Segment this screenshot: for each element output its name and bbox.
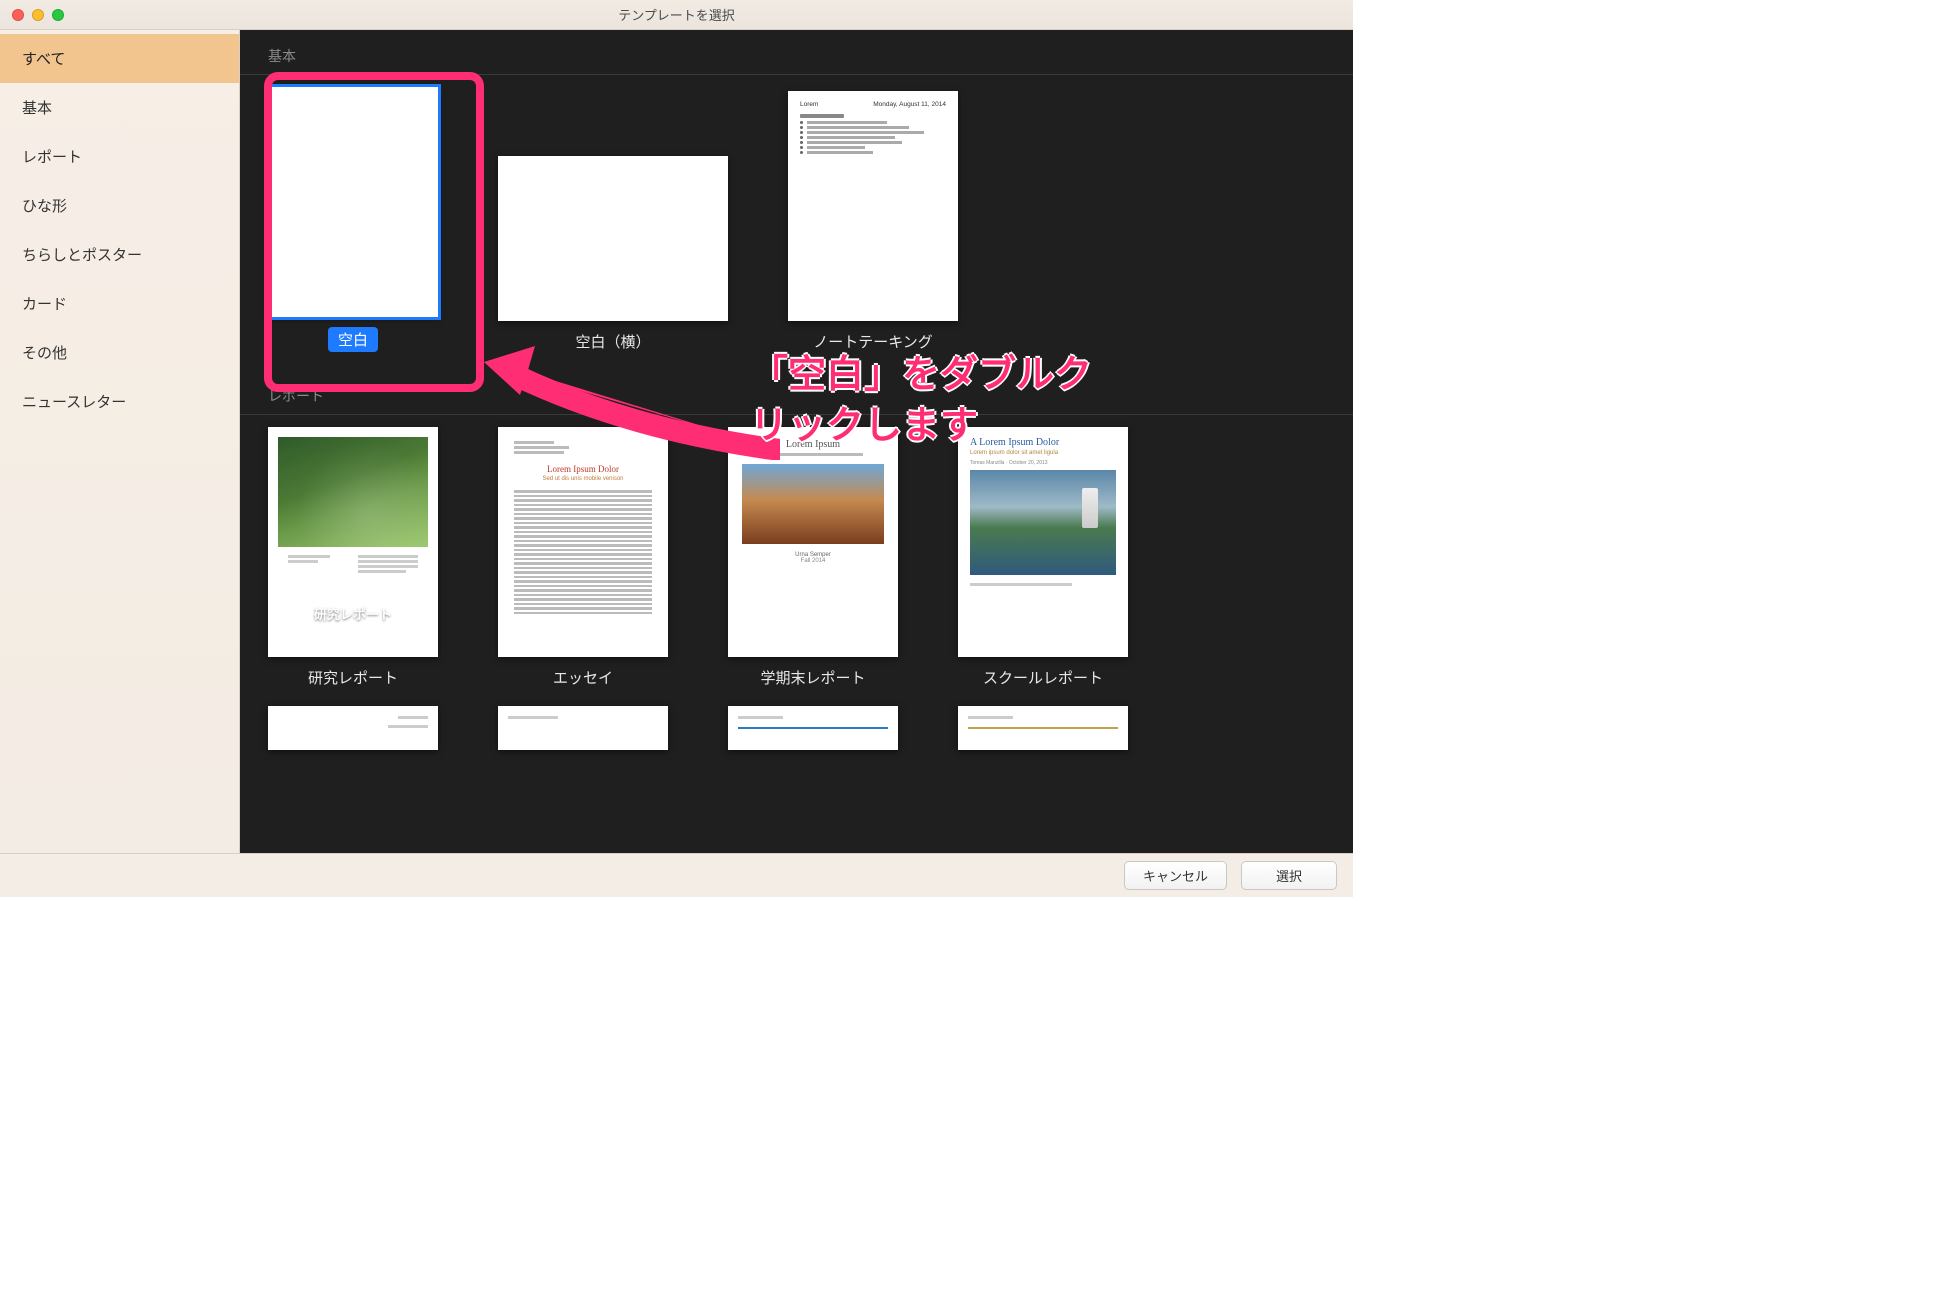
template-blank-landscape[interactable]: 空白（横） [498,156,728,352]
section-title-report: レポート [240,370,1353,415]
template-label: 研究レポート [308,667,398,688]
template-label: ノートテーキング [813,331,933,352]
footer: キャンセル 選択 [0,853,1353,897]
template-school-report[interactable]: A Lorem Ipsum Dolor Lorem ipsum dolor si… [958,427,1128,688]
thumb-meta: Tomas Manzilla · October 20, 2013 [970,460,1116,466]
cancel-button[interactable]: キャンセル [1124,861,1227,890]
thumb-title: Lorem Ipsum Dolor [514,464,652,474]
thumb-heading: Lorem [800,101,818,108]
sidebar-item-label: カード [22,296,67,313]
window-title: テンプレートを選択 [0,5,1353,24]
thumb-title: Lorem Ipsum [742,439,884,450]
grid-report: 研究レポート 研究レポート Lorem Ipsum Dolor Sed ut d… [240,427,1353,706]
template-thumb: Lorem Monday, August 11, 2014 [788,91,958,321]
traffic-lights [0,9,64,21]
button-label: 選択 [1276,869,1302,884]
sidebar-item-stationery[interactable]: ひな形 [0,181,239,230]
section-title-basic: 基本 [240,30,1353,75]
sidebar-item-label: ニュースレター [22,394,126,411]
template-essay[interactable]: Lorem Ipsum Dolor Sed ut dis unis mobile… [498,427,668,688]
sidebar-item-label: ちらしとポスター [22,247,142,264]
grid-basic: 空白 空白（横） Lorem Monday, August 11, 2014 [240,87,1353,370]
sidebar-item-basic[interactable]: 基本 [0,83,239,132]
thumb-overlay-title: 研究レポート [268,604,438,623]
titlebar: テンプレートを選択 [0,0,1353,30]
sidebar-item-all[interactable]: すべて [0,34,239,83]
template-thumb: A Lorem Ipsum Dolor Lorem ipsum dolor si… [958,427,1128,657]
template-thumb: Lorem Ipsum Urna Semper Fall 2014 [728,427,898,657]
thumb-subtitle: Lorem ipsum dolor sit amet ligula [970,450,1116,456]
template-peek[interactable] [728,706,898,750]
template-blank[interactable]: 空白 [268,87,438,352]
sidebar-item-flyers[interactable]: ちらしとポスター [0,230,239,279]
template-thumb [268,87,438,317]
thumb-date: Monday, August 11, 2014 [873,101,946,108]
template-label: 空白（横） [575,331,650,352]
template-note-taking[interactable]: Lorem Monday, August 11, 2014 ノートテーキング [788,91,958,352]
template-peek[interactable] [268,706,438,750]
template-research-report[interactable]: 研究レポート 研究レポート [268,427,438,688]
template-thumb: 研究レポート [268,427,438,657]
template-label: スクールレポート [983,667,1103,688]
sidebar-item-label: 基本 [22,100,52,117]
thumb-subtitle: Sed ut dis unis mobile venison [514,476,652,482]
grid-peek-row [240,706,1353,750]
sidebar-item-label: ひな形 [22,198,67,215]
choose-button[interactable]: 選択 [1241,861,1337,890]
close-icon[interactable] [12,9,24,21]
thumb-caption-sub: Fall 2014 [742,558,884,564]
window-body: すべて 基本 レポート ひな形 ちらしとポスター カード その他 ニュースレター… [0,30,1353,853]
sidebar-item-other[interactable]: その他 [0,328,239,377]
sidebar-item-cards[interactable]: カード [0,279,239,328]
template-peek[interactable] [958,706,1128,750]
sidebar: すべて 基本 レポート ひな形 ちらしとポスター カード その他 ニュースレター [0,30,240,853]
sidebar-item-newsletter[interactable]: ニュースレター [0,377,239,426]
zoom-icon[interactable] [52,9,64,21]
template-label: 空白 [328,327,378,352]
sidebar-item-label: その他 [22,345,67,362]
sidebar-item-label: すべて [22,51,65,68]
sidebar-item-label: レポート [22,149,82,166]
template-grid-area: 基本 空白 空白（横） Lorem Monday, August 11, 201… [240,30,1353,853]
template-chooser-window: テンプレートを選択 すべて 基本 レポート ひな形 ちらしとポスター カード そ… [0,0,1353,897]
template-peek[interactable] [498,706,668,750]
sidebar-item-report[interactable]: レポート [0,132,239,181]
thumb-title: A Lorem Ipsum Dolor [970,437,1116,448]
template-label: 学期末レポート [760,667,865,688]
template-thumb [498,156,728,321]
template-thumb: Lorem Ipsum Dolor Sed ut dis unis mobile… [498,427,668,657]
template-term-report[interactable]: Lorem Ipsum Urna Semper Fall 2014 学期末レポー… [728,427,898,688]
minimize-icon[interactable] [32,9,44,21]
template-label: エッセイ [553,667,613,688]
button-label: キャンセル [1143,869,1208,884]
